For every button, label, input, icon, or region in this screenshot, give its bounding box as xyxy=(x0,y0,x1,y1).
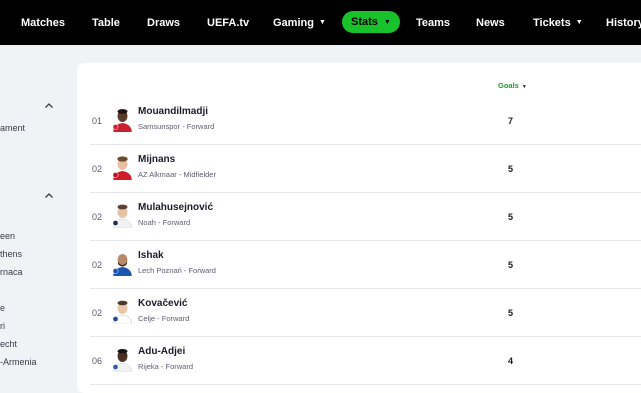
nav-news[interactable]: News xyxy=(476,0,505,45)
player-club: Rijeka xyxy=(138,362,159,371)
player-rank: 01 xyxy=(92,115,103,126)
player-goals: 5 xyxy=(508,307,514,318)
nav-tickets[interactable]: Tickets ▼ xyxy=(533,0,583,45)
player-club: Samsunspor xyxy=(138,122,181,131)
player-position: Forward xyxy=(186,122,215,131)
goals-header-label: Goals xyxy=(498,81,519,90)
player-rank: 02 xyxy=(92,259,103,270)
nav-table[interactable]: Table xyxy=(92,0,120,45)
nav-stats[interactable]: Stats ▼ xyxy=(342,11,400,33)
player-name: Adu-Adjei xyxy=(138,346,186,357)
nav-matches-label: Matches xyxy=(21,16,66,29)
player-goals: 5 xyxy=(508,259,514,270)
nav-news-label: News xyxy=(476,16,505,29)
player-rank: 02 xyxy=(92,307,103,318)
player-club-position: Rijeka - Forward xyxy=(138,362,194,371)
nav-gaming[interactable]: Gaming ▼ xyxy=(273,0,326,45)
chevron-down-icon: ▼ xyxy=(318,19,326,26)
sidebar-item[interactable]: ri xyxy=(0,321,5,331)
nav-uefa-tv-label: UEFA.tv xyxy=(207,16,250,29)
stats-panel: Goals ▼ 01 Mouandilmadji Samsunspor - For… xyxy=(77,63,641,393)
player-goals: 5 xyxy=(508,163,514,174)
nav-draws-label: Draws xyxy=(147,16,181,29)
player-rank: 02 xyxy=(92,163,103,174)
nav-teams-label: Teams xyxy=(416,16,451,29)
table-row[interactable]: 02 Ishak Lech Poznań - Forward 5 xyxy=(90,241,641,289)
player-club-position: Samsunspor - Forward xyxy=(138,122,215,131)
player-name: Mulahusejnović xyxy=(138,202,214,213)
player-name: Ishak xyxy=(138,250,164,261)
player-avatar xyxy=(111,106,134,132)
player-position: Forward xyxy=(162,218,191,227)
nav-history[interactable]: History xyxy=(606,0,641,45)
sort-down-icon: ▼ xyxy=(521,84,527,90)
player-name: Mouandilmadji xyxy=(138,106,208,117)
player-club: Noah xyxy=(138,218,156,227)
sidebar-item[interactable]: -Armenia xyxy=(0,357,37,367)
sidebar-item[interactable]: een xyxy=(0,231,15,241)
player-club: AZ Alkmaar xyxy=(138,170,177,179)
player-position: Forward xyxy=(188,266,216,275)
player-avatar xyxy=(111,250,134,276)
table-row[interactable]: 02 Mijnans AZ Alkmaar - Midfielder 5 xyxy=(90,145,641,193)
chevron-down-icon: ▼ xyxy=(383,18,391,26)
table-row[interactable]: 01 Mouandilmadji Samsunspor - Forward 7 xyxy=(90,97,641,145)
table-row[interactable]: 06 Adu-Adjei Rijeka - Forward 4 xyxy=(90,337,641,385)
player-avatar xyxy=(111,202,134,228)
nav-history-label: History xyxy=(606,16,641,29)
player-name: Mijnans xyxy=(138,154,176,165)
player-rank: 06 xyxy=(92,355,103,366)
player-goals: 7 xyxy=(508,115,514,126)
player-position: Midfielder xyxy=(183,170,216,179)
nav-uefa-tv[interactable]: UEFA.tv xyxy=(207,0,249,45)
sidebar-item[interactable]: ament xyxy=(0,123,25,133)
nav-stats-label: Stats xyxy=(351,16,378,28)
player-position: Forward xyxy=(161,314,190,323)
goals-column-header[interactable]: Goals ▼ xyxy=(498,81,527,90)
player-club: Lech Poznań xyxy=(138,266,182,275)
player-club-position: AZ Alkmaar - Midfielder xyxy=(138,170,216,179)
sidebar-item[interactable]: thens xyxy=(0,249,22,259)
chevron-up-icon[interactable] xyxy=(44,101,54,111)
player-club-position: Lech Poznań - Forward xyxy=(138,266,216,275)
sidebar-item[interactable]: rnaca xyxy=(0,267,23,277)
player-goals: 5 xyxy=(508,211,514,222)
player-club-position: Noah - Forward xyxy=(138,218,191,227)
table-row[interactable]: 02 Mulahusejnović Noah - Forward 5 xyxy=(90,193,641,241)
player-rank: 02 xyxy=(92,211,103,222)
nav-table-label: Table xyxy=(92,16,120,29)
player-avatar xyxy=(111,298,134,324)
player-avatar xyxy=(111,154,134,180)
chevron-up-icon[interactable] xyxy=(44,191,54,201)
sidebar-item[interactable]: echt xyxy=(0,339,17,349)
chevron-down-icon: ▼ xyxy=(575,19,583,26)
table-row[interactable]: 02 Kovačević Celje - Forward 5 xyxy=(90,289,641,337)
nav-draws[interactable]: Draws xyxy=(147,0,180,45)
player-club: Celje xyxy=(138,314,156,323)
player-avatar xyxy=(111,346,134,372)
player-goals: 4 xyxy=(508,355,514,366)
player-name: Kovačević xyxy=(138,298,188,309)
filter-sidebar: ament een thens rnaca e ri echt -Armenia xyxy=(0,45,72,380)
nav-teams[interactable]: Teams xyxy=(416,0,450,45)
player-position: Forward xyxy=(165,362,194,371)
top-navigation: Matches Table Draws UEFA.tv Gaming ▼ Stat… xyxy=(0,0,641,45)
nav-gaming-label: Gaming xyxy=(273,16,314,29)
nav-matches[interactable]: Matches xyxy=(21,0,65,45)
nav-tickets-label: Tickets xyxy=(533,16,571,29)
sidebar-item[interactable]: e xyxy=(0,303,5,313)
player-club-position: Celje - Forward xyxy=(138,314,190,323)
